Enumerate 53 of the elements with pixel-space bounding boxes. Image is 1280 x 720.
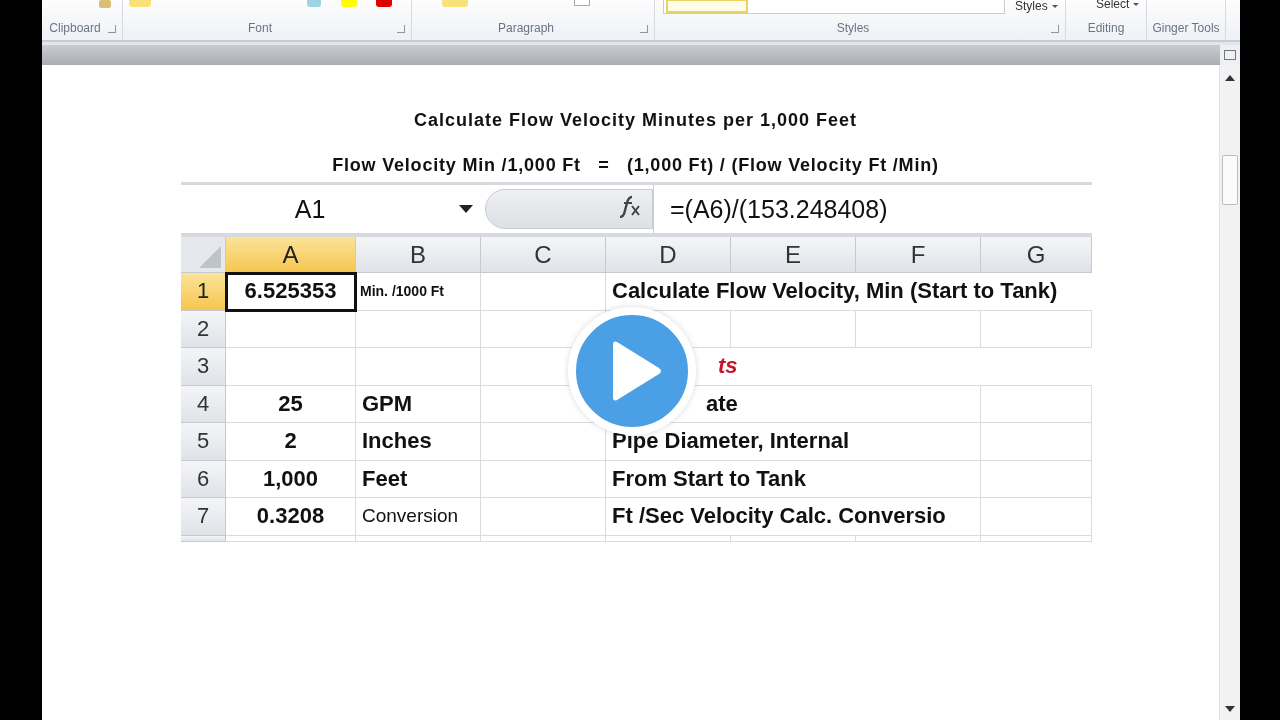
table-cell: 25 (226, 385, 356, 423)
style-gallery[interactable] (663, 0, 1005, 14)
row-header[interactable]: 4 (181, 385, 226, 423)
row-header[interactable]: 3 (181, 348, 226, 386)
group-label: Font (247, 21, 273, 35)
text-effect-icon[interactable] (307, 0, 321, 7)
column-header[interactable]: D (606, 237, 731, 273)
column-header[interactable]: F (856, 237, 981, 273)
highlight-color-icon[interactable] (341, 0, 357, 7)
change-styles-button[interactable]: Styles (1015, 0, 1058, 13)
borders-icon[interactable] (574, 0, 590, 6)
font-color-icon[interactable] (376, 0, 392, 7)
table-cell: From Start to Tank (606, 460, 981, 498)
row-header[interactable]: 6 (181, 460, 226, 498)
dialog-launcher-icon[interactable] (640, 25, 648, 33)
ruler-toggle-icon[interactable] (1224, 50, 1236, 60)
column-header[interactable]: G (981, 237, 1092, 273)
table-cell: Feet (356, 460, 481, 498)
format-painter-icon[interactable] (99, 0, 111, 8)
table-cell: Min. /1000 Ft (356, 273, 481, 311)
column-header[interactable]: E (731, 237, 856, 273)
table-cell: 2 (226, 423, 356, 461)
formula-line: Flow Velocity Min /1,000 Ft = (1,000 Ft) / (Flow Velocity Ft /Min) (332, 155, 939, 176)
table-cell: Ft /Sec Velocity Calc. Conversio (606, 498, 981, 536)
table-cell: 6.525353 (226, 273, 356, 311)
vertical-scrollbar[interactable] (1219, 65, 1240, 720)
formula-field[interactable]: =(A6)/(153.248408) (653, 185, 888, 233)
row-header (181, 535, 226, 542)
play-icon (611, 340, 663, 402)
table-cell: Inches (356, 423, 481, 461)
table-cell: GPM (356, 385, 481, 423)
column-header[interactable]: C (481, 237, 606, 273)
row-header[interactable]: 2 (181, 310, 226, 348)
group-label: Clipboard (48, 21, 102, 35)
table-cell: 1,000 (226, 460, 356, 498)
row-header[interactable]: 1 (181, 273, 226, 311)
table-cell: Conversion (356, 498, 481, 536)
table-cell: 0.3208 (226, 498, 356, 536)
group-label: Paragraph (496, 21, 555, 35)
name-box[interactable]: A1 (181, 185, 485, 233)
column-header[interactable]: B (356, 237, 481, 273)
column-header[interactable]: A (226, 237, 356, 273)
row-header[interactable]: 5 (181, 423, 226, 461)
dialog-launcher-icon[interactable] (397, 25, 405, 33)
group-label: Ginger Tools (1151, 21, 1221, 35)
scroll-thumb[interactable] (1222, 155, 1238, 205)
select-button[interactable]: Select (1096, 0, 1140, 11)
dialog-launcher-icon[interactable] (108, 25, 116, 33)
group-label: Styles (835, 21, 871, 35)
group-label: Editing (1086, 21, 1126, 35)
row-header[interactable]: 7 (181, 498, 226, 536)
document-title: Calculate Flow Velocity Minutes per 1,000 Feet (413, 110, 858, 131)
dialog-launcher-icon[interactable] (1051, 25, 1059, 33)
